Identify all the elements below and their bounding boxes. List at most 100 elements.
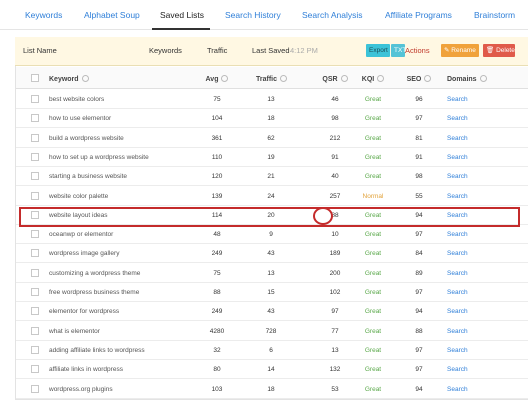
domains-search-link[interactable]: Search [447,135,468,142]
qsr-cell: 132 [329,366,341,373]
row-checkbox[interactable] [31,153,39,161]
row-checkbox[interactable] [31,172,39,180]
row-checkbox[interactable] [31,307,39,315]
domains-search-link[interactable]: Search [447,154,468,161]
qsr-cell: 53 [331,386,339,393]
qsr-cell: 200 [329,270,341,277]
keyword-cell: elementor for wordpress [49,308,120,315]
traffic-cell: 14 [267,366,275,373]
qsr-column-header[interactable]: QSR [320,75,350,83]
avg-cell: 110 [211,154,223,161]
trash-icon: 🗑 [486,47,497,54]
delete-button[interactable]: 🗑 Delete [483,44,515,57]
table-row: wordpress.org plugins 103 18 53 Great 94 Searc… [16,380,528,399]
help-icon [479,75,487,82]
row-checkbox[interactable] [31,134,39,142]
domains-search-link[interactable]: Search [447,173,468,180]
row-checkbox[interactable] [31,269,39,277]
table-row: adding affiliate links to wordpress 32 6 13… [16,341,528,360]
kqi-cell: Normal [362,193,384,200]
seo-cell: 97 [415,366,423,373]
traffic-cell: 43 [267,308,275,315]
qsr-cell: 13 [331,347,339,354]
domains-search-link[interactable]: Search [447,328,468,335]
keyword-cell: free wordpress business theme [49,289,140,296]
traffic-cell: 24 [267,193,275,200]
seo-cell: 97 [415,347,423,354]
avg-cell: 32 [213,347,221,354]
keyword-cell: adding affiliate links to wordpress [49,347,145,354]
seo-cell: 94 [415,386,423,393]
tab-affiliate-programs[interactable]: Affiliate Programs [385,10,452,20]
traffic-cell: 13 [267,96,275,103]
qsr-header-label: QSR [322,76,338,83]
avg-cell: 249 [211,250,223,257]
domains-search-link[interactable]: Search [447,386,468,393]
kqi-cell: Great [364,250,382,257]
domains-search-link[interactable]: Search [447,250,468,257]
traffic-cell: 15 [267,289,275,296]
traffic-column-header[interactable]: Traffic [256,75,288,83]
seo-cell: 89 [415,270,423,277]
domains-search-link[interactable]: Search [447,308,468,315]
tab-keywords[interactable]: Keywords [25,10,62,20]
domains-search-link[interactable]: Search [447,193,468,200]
seo-cell: 96 [415,96,423,103]
domains-search-link[interactable]: Search [447,96,468,103]
avg-cell: 249 [211,308,223,315]
help-icon [280,75,288,82]
keyword-cell: oceanwp or elementor [49,231,114,238]
seo-column-header[interactable]: SEO [404,75,434,83]
domains-search-link[interactable]: Search [447,347,468,354]
traffic-cell: 43 [267,250,275,257]
export-button[interactable]: Export [366,44,390,57]
tab-saved-lists[interactable]: Saved Lists [160,10,204,20]
keyword-cell: customizing a wordpress theme [49,270,141,277]
avg-column-header[interactable]: Avg [202,75,232,83]
row-checkbox[interactable] [31,95,39,103]
domains-column-header[interactable]: Domains [447,75,487,83]
table-row: website color palette 139 24 257 Normal 55 Sea… [16,187,528,206]
highlight-circle [313,207,333,225]
row-checkbox[interactable] [31,365,39,373]
tab-search-analysis[interactable]: Search Analysis [302,10,362,20]
avg-cell: 80 [213,366,221,373]
keyword-cell: starting a business website [49,173,128,180]
help-icon [424,75,432,82]
tab-alphabet-soup[interactable]: Alphabet Soup [84,10,140,20]
table-row: elementor for wordpress 249 43 97 Great 94 Sea… [16,302,528,321]
traffic-label: Traffic [207,46,228,55]
avg-cell: 361 [211,135,223,142]
avg-cell: 104 [211,115,223,122]
row-checkbox[interactable] [31,249,39,257]
tab-search-history[interactable]: Search History [225,10,281,20]
domains-search-link[interactable]: Search [447,366,468,373]
domains-search-link[interactable]: Search [447,115,468,122]
row-checkbox[interactable] [31,230,39,238]
domains-search-link[interactable]: Search [447,270,468,277]
qsr-cell: 40 [331,173,339,180]
keyword-column-header[interactable]: Keyword [49,75,89,83]
row-checkbox[interactable] [31,114,39,122]
table-row: customizing a wordpress theme 75 13 200 Grea… [16,264,528,283]
seo-cell: 97 [415,231,423,238]
rename-button[interactable]: ✎ Rename [441,44,479,57]
row-checkbox[interactable] [31,346,39,354]
qsr-cell: 257 [329,193,341,200]
kqi-column-header[interactable]: KQI [358,75,388,83]
keyword-cell: affiliate links in wordpress [49,366,123,373]
table-header: Keyword Avg Traffic QSR KQI SEO Domains [16,67,528,89]
tab-brainstorm[interactable]: Brainstorm [474,10,515,20]
avg-cell: 48 [213,231,221,238]
row-checkbox[interactable] [31,327,39,335]
export-txt-button[interactable]: TXT [391,44,406,57]
select-all-checkbox[interactable] [31,74,39,82]
qsr-cell: 77 [331,328,339,335]
row-checkbox[interactable] [31,192,39,200]
keyword-header-label: Keyword [49,76,79,83]
row-checkbox[interactable] [31,288,39,296]
row-checkbox[interactable] [31,385,39,393]
domains-search-link[interactable]: Search [447,289,468,296]
domains-search-link[interactable]: Search [447,231,468,238]
table-row: affiliate links in wordpress 80 14 132 Great… [16,360,528,379]
